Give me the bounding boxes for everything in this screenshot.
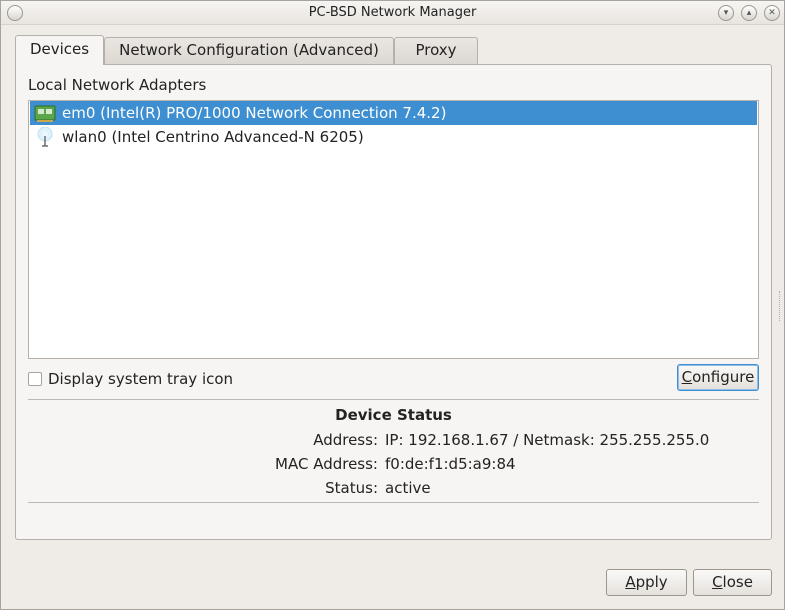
status-value: active (385, 479, 431, 497)
network-manager-window: PC-BSD Network Manager ▾ ▴ ✕ Devices Net… (0, 0, 785, 610)
status-value: f0:de:f1:d5:a9:84 (385, 455, 516, 473)
close-window-icon[interactable]: ✕ (764, 5, 780, 21)
tray-icon-checkbox[interactable] (28, 372, 42, 386)
close-button[interactable]: Close (693, 569, 772, 596)
status-row-mac: MAC Address: f0:de:f1:d5:a9:84 (28, 455, 759, 477)
title-bar[interactable]: PC-BSD Network Manager ▾ ▴ ✕ (1, 1, 784, 25)
separator (28, 502, 759, 503)
configure-button[interactable]: Configure (677, 364, 759, 391)
window-title: PC-BSD Network Manager (308, 5, 477, 20)
devices-panel: Local Network Adapters em0 (Intel(R) PRO… (15, 64, 772, 540)
local-network-adapters-label: Local Network Adapters (28, 76, 207, 94)
resize-grip[interactable] (779, 291, 782, 321)
device-status-title: Device Status (335, 406, 452, 424)
adapter-item-wlan0[interactable]: wlan0 (Intel Centrino Advanced-N 6205) (30, 125, 757, 149)
status-key: Status: (325, 479, 378, 497)
adapter-label: wlan0 (Intel Centrino Advanced-N 6205) (62, 128, 364, 146)
status-row-address: Address: IP: 192.168.1.67 / Netmask: 255… (28, 431, 759, 453)
wired-network-card-icon (34, 105, 56, 122)
separator (28, 399, 759, 400)
maximize-icon[interactable]: ▴ (741, 5, 757, 21)
adapter-label: em0 (Intel(R) PRO/1000 Network Connectio… (62, 104, 447, 122)
status-key: MAC Address: (275, 455, 378, 473)
wireless-antenna-icon (37, 127, 53, 147)
tray-icon-checkbox-row[interactable]: Display system tray icon (28, 370, 233, 388)
tray-icon-label: Display system tray icon (48, 370, 234, 388)
status-row-status: Status: active (28, 479, 759, 501)
status-value: IP: 192.168.1.67 / Netmask: 255.255.255.… (385, 431, 710, 449)
tab-proxy[interactable]: Proxy (394, 37, 478, 64)
adapter-item-em0[interactable]: em0 (Intel(R) PRO/1000 Network Connectio… (30, 101, 757, 125)
tab-network-configuration[interactable]: Network Configuration (Advanced) (104, 37, 394, 64)
tab-devices[interactable]: Devices (15, 35, 104, 65)
apply-button[interactable]: Apply (606, 569, 687, 596)
adapter-list[interactable]: em0 (Intel(R) PRO/1000 Network Connectio… (28, 100, 759, 359)
minimize-icon[interactable]: ▾ (718, 5, 734, 21)
status-key: Address: (313, 431, 378, 449)
